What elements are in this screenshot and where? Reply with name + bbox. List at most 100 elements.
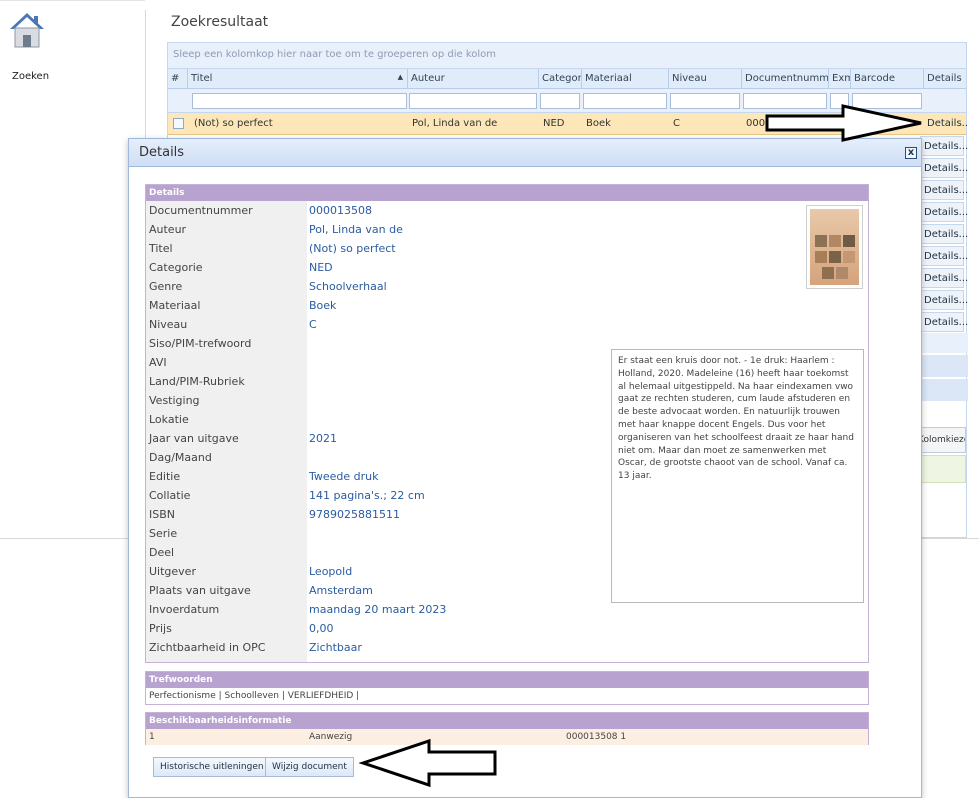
field-row: Plaats van uitgave Amsterdam	[146, 582, 606, 601]
field-label: Invoerdatum	[149, 603, 220, 616]
kolomkiezer-button[interactable]: Kolomkiezer	[920, 427, 966, 453]
field-row: Invoerdatum maandag 20 maart 2023	[146, 601, 606, 620]
cell-materiaal: Boek	[586, 118, 611, 129]
field-value: 0,00	[309, 622, 334, 635]
edit-document-button[interactable]: Wijzig document	[265, 757, 354, 777]
field-row: Genre Schoolverhaal	[146, 278, 606, 297]
cover-photo	[815, 235, 827, 247]
dialog-title: Details	[139, 145, 185, 160]
kolomkiezer-label: Kolomkiezer	[920, 435, 965, 445]
field-row: Serie	[146, 525, 606, 544]
availability-row: 1 Aanwezig 000013508 1	[146, 729, 868, 745]
cell-auteur: Pol, Linda van de	[412, 118, 498, 129]
close-icon[interactable]: x	[905, 147, 917, 159]
details-link[interactable]: Details...	[920, 290, 968, 310]
row-checkbox[interactable]	[173, 118, 184, 129]
field-row: Dag/Maand	[146, 449, 606, 468]
field-value: 2021	[309, 432, 337, 445]
filter-auteur-input[interactable]	[409, 93, 537, 109]
details-link[interactable]: Details...	[920, 158, 968, 178]
col-header-barcode[interactable]: Barcode	[851, 69, 924, 89]
group-by-bar[interactable]: Sleep een kolomkop hier naar toe om te g…	[168, 43, 966, 69]
field-label: Documentnummer	[149, 204, 253, 217]
field-value: maandag 20 maart 2023	[309, 603, 447, 616]
book-cover-image	[806, 205, 863, 289]
left-nav: Zoeken	[0, 0, 145, 538]
availability-exm: 1	[149, 732, 155, 742]
col-header-niveau[interactable]: Niveau	[669, 69, 742, 89]
field-value: Leopold	[309, 565, 353, 578]
field-row: Uitgever Leopold	[146, 563, 606, 582]
details-panel: Details Documentnummer 000013508 Auteur Pol…	[145, 184, 869, 663]
field-value: 9789025881511	[309, 508, 400, 521]
dialog-header: Details x	[129, 139, 921, 167]
filter-titel-input[interactable]	[192, 93, 407, 109]
filter-niveau-input[interactable]	[670, 93, 740, 109]
home-icon[interactable]	[8, 11, 46, 49]
field-value: Schoolverhaal	[309, 280, 387, 293]
annotation-arrow-left	[359, 738, 497, 788]
filter-materiaal-input[interactable]	[583, 93, 667, 109]
keywords-panel: Trefwoorden Perfectionisme | Schoolleven…	[145, 671, 869, 705]
field-label: ISBN	[149, 508, 176, 521]
details-link[interactable]: Details...	[920, 246, 968, 266]
field-row: Lokatie	[146, 411, 606, 430]
availability-barcode: 000013508 1	[566, 732, 627, 742]
field-row: Documentnummer 000013508	[146, 202, 606, 221]
details-link[interactable]: Details...	[920, 180, 968, 200]
field-label: Zichtbaarheid in OPC	[149, 641, 266, 654]
nav-search-link[interactable]: Zoeken	[12, 71, 49, 82]
pager-band	[920, 355, 968, 377]
col-header-categorie[interactable]: Categorie	[539, 69, 582, 89]
field-row: Materiaal Boek	[146, 297, 606, 316]
availability-panel: Beschikbaarheidsinformatie 1 Aanwezig 00…	[145, 712, 869, 745]
field-label: Editie	[149, 470, 181, 483]
col-header-auteur[interactable]: Auteur	[408, 69, 539, 89]
annotation-arrow-right	[765, 104, 922, 142]
col-header-documentnummer[interactable]: Documentnummer	[742, 69, 829, 89]
field-label: Siso/PIM-trefwoord	[149, 337, 252, 350]
field-value: Amsterdam	[309, 584, 373, 597]
details-link[interactable]: Details...	[924, 113, 968, 135]
pager-band	[920, 333, 968, 353]
field-row: Siso/PIM-trefwoord	[146, 335, 606, 354]
field-label: Serie	[149, 527, 178, 540]
grid-header: # Titel ▲ Auteur Categorie Materiaal Nive…	[168, 69, 966, 89]
field-row: Land/PIM-Rubriek	[146, 373, 606, 392]
col-header-titel[interactable]: Titel ▲	[188, 69, 408, 89]
col-header-exm[interactable]: Exm	[829, 69, 851, 89]
field-row: Auteur Pol, Linda van de	[146, 221, 606, 240]
field-value: NED	[309, 261, 333, 274]
field-label: Land/PIM-Rubriek	[149, 375, 245, 388]
details-link[interactable]: Details...	[920, 224, 968, 244]
col-header-materiaal[interactable]: Materiaal	[582, 69, 669, 89]
cover-photo	[829, 235, 841, 247]
filter-categorie-input[interactable]	[540, 93, 580, 109]
cell-titel: (Not) so perfect	[194, 118, 273, 129]
field-label: Categorie	[149, 261, 203, 274]
field-label: Plaats van uitgave	[149, 584, 251, 597]
field-label: Materiaal	[149, 299, 201, 312]
status-box	[920, 455, 966, 483]
historic-loans-button[interactable]: Historische uitleningen	[153, 757, 271, 777]
availability-panel-header: Beschikbaarheidsinformatie	[146, 713, 868, 729]
field-label: Collatie	[149, 489, 191, 502]
field-label: Niveau	[149, 318, 188, 331]
details-link[interactable]: Details...	[920, 136, 968, 156]
details-link[interactable]: Details...	[920, 268, 968, 288]
pager-band	[920, 379, 968, 401]
cell-niveau: C	[673, 118, 680, 129]
details-link[interactable]: Details...	[920, 312, 968, 332]
field-label: Uitgever	[149, 565, 196, 578]
field-value: Zichtbaar	[309, 641, 362, 654]
details-dialog: Details x Details Documentnummer 00001350…	[128, 138, 922, 798]
field-label: Prijs	[149, 622, 172, 635]
details-link[interactable]: Details...	[920, 202, 968, 222]
field-value: (Not) so perfect	[309, 242, 396, 255]
col-header-index[interactable]: #	[168, 69, 188, 89]
field-row: Zichtbaarheid in OPC Zichtbaar	[146, 639, 606, 658]
field-label: Lokatie	[149, 413, 189, 426]
field-label: Dag/Maand	[149, 451, 212, 464]
cover-photo	[822, 267, 834, 279]
field-value: Boek	[309, 299, 337, 312]
